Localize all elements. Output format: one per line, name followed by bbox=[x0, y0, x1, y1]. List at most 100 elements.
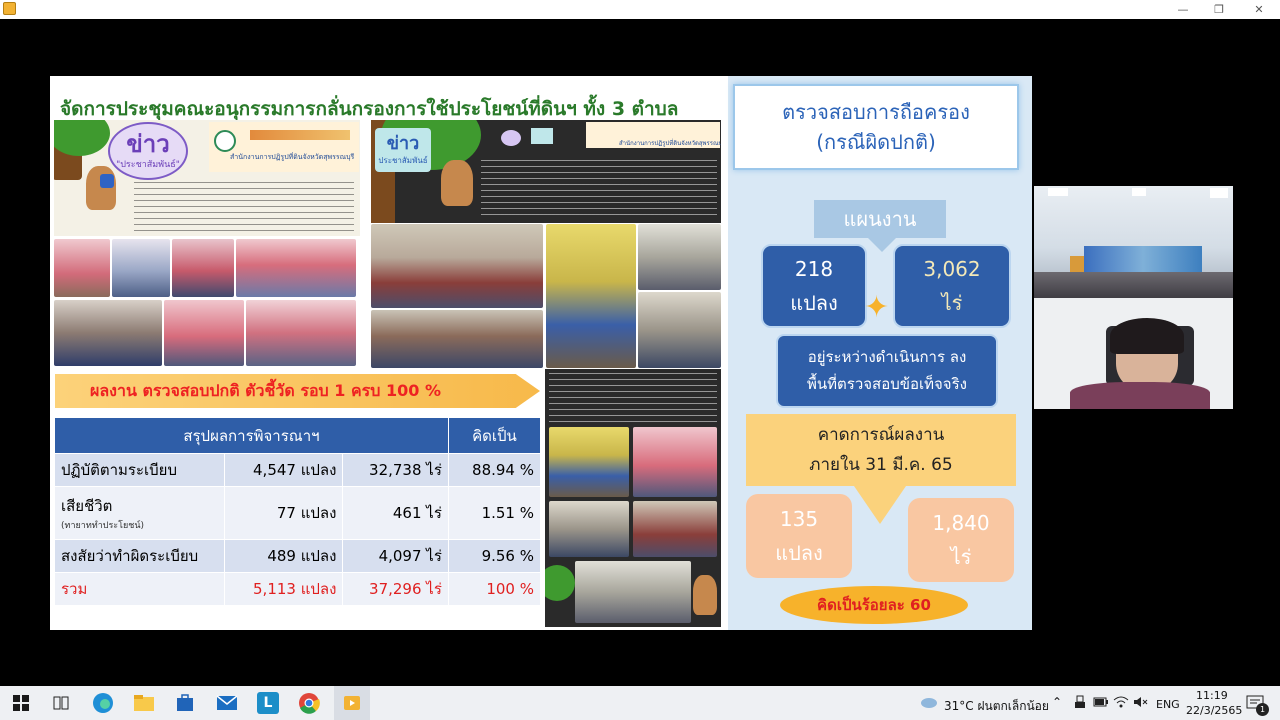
shared-slide: จัดการประชุมคณะอนุกรรมการกลั่นกรองการใช้… bbox=[50, 76, 1032, 630]
news-clipping-left: ข่าว "ประชาสัมพันธ์" สำนักงานการปฏิรูปที… bbox=[54, 120, 360, 236]
row-percent: 88.94 % bbox=[447, 453, 542, 487]
meeting-photo bbox=[371, 310, 543, 368]
wifi-icon[interactable] bbox=[1112, 693, 1130, 711]
usb-icon[interactable] bbox=[1072, 693, 1088, 711]
meeting-photo bbox=[54, 239, 110, 297]
clock-time[interactable]: 11:19 bbox=[1196, 689, 1228, 702]
check-title-line1: ตรวจสอบการถือครอง bbox=[782, 100, 970, 124]
meeting-photo bbox=[638, 292, 721, 368]
meeting-app-icon[interactable] bbox=[334, 686, 370, 720]
progress-line1: อยู่ระหว่างดำเนินการ ลง bbox=[807, 348, 967, 366]
progress-line2: พื้นที่ตรวจสอบข้อเท็จจริง bbox=[807, 375, 967, 393]
row-label: เสียชีวิต bbox=[61, 497, 113, 515]
forecast-arrow bbox=[854, 486, 906, 524]
maximize-button[interactable]: ❐ bbox=[1200, 0, 1238, 19]
minimize-button[interactable]: — bbox=[1164, 0, 1202, 19]
forecast-rai-box: 1,840 ไร่ bbox=[908, 498, 1014, 582]
row-plots: 489 แปลง bbox=[223, 539, 344, 573]
total-percent: 100 % bbox=[447, 572, 542, 606]
store-icon[interactable] bbox=[174, 692, 196, 714]
meeting-photo bbox=[633, 501, 717, 557]
plan-rai-unit: ไร่ bbox=[941, 291, 963, 315]
row-plots: 77 แปลง bbox=[223, 486, 344, 540]
row-rai: 32,738 ไร่ bbox=[342, 453, 449, 487]
chevron-up-icon[interactable]: ⌃ bbox=[1052, 695, 1062, 709]
meeting-photo bbox=[633, 427, 717, 497]
plan-plots-unit: แปลง bbox=[790, 291, 838, 315]
window-titlebar: — ❐ ✕ bbox=[0, 0, 1280, 19]
meeting-photo bbox=[549, 427, 629, 497]
meeting-photo bbox=[549, 501, 629, 557]
plan-label: แผนงาน bbox=[814, 200, 946, 238]
mail-icon[interactable] bbox=[216, 692, 238, 714]
total-rai: 37,296 ไร่ bbox=[342, 572, 449, 606]
progress-box: อยู่ระหว่างดำเนินการ ลง พื้นที่ตรวจสอบข้… bbox=[776, 334, 998, 408]
notification-badge: 1 bbox=[1256, 703, 1269, 716]
forecast-line1: คาดการณ์ผลงาน bbox=[817, 425, 945, 445]
forecast-rai-number: 1,840 bbox=[932, 511, 990, 535]
summary-table: สรุปผลการพิจารณาฯ คิดเป็น ปฏิบัติตามระเบ… bbox=[54, 417, 542, 606]
table-row: ปฏิบัติตามระเบียบ 4,547 แปลง 32,738 ไร่ … bbox=[54, 453, 542, 487]
forecast-plots-box: 135 แปลง bbox=[746, 494, 852, 578]
meeting-photo bbox=[246, 300, 356, 366]
row-label: ปฏิบัติตามระเบียบ bbox=[61, 461, 177, 479]
news-badge: ข่าว bbox=[126, 130, 170, 158]
table-header-summary: สรุปผลการพิจารณาฯ bbox=[54, 417, 449, 454]
news-clipping-right: ข่าว ประชาสัมพันธ์ สำนักงานการปฏิรูปที่ด… bbox=[371, 120, 721, 223]
right-panel: ตรวจสอบการถือครอง (กรณีผิดปกติ) แผนงาน 2… bbox=[728, 76, 1032, 630]
meeting-photo bbox=[164, 300, 244, 366]
close-button[interactable]: ✕ bbox=[1240, 0, 1278, 19]
row-note: (ทายาททำประโยชน์) bbox=[61, 521, 145, 531]
file-explorer-icon[interactable] bbox=[133, 692, 155, 714]
meeting-photo bbox=[112, 239, 170, 297]
battery-icon[interactable] bbox=[1092, 693, 1110, 711]
news-badge: ข่าว bbox=[386, 132, 420, 154]
meeting-photo bbox=[638, 224, 721, 290]
news-clipping-bottom bbox=[545, 369, 721, 627]
row-percent: 1.51 % bbox=[447, 486, 542, 540]
weather-icon[interactable] bbox=[918, 692, 940, 714]
office-name: สำนักงานการปฏิรูปที่ดินจังหวัดสุพรรณบุรี bbox=[230, 153, 355, 161]
forecast-rai-unit: ไร่ bbox=[950, 545, 972, 569]
meeting-photo bbox=[236, 239, 356, 297]
plan-plots-box: 218 แปลง bbox=[761, 244, 867, 328]
star-icon: ✦ bbox=[864, 290, 890, 325]
forecast-box: คาดการณ์ผลงาน ภายใน 31 มี.ค. 65 bbox=[746, 414, 1016, 486]
check-title-line2: (กรณีผิดปกติ) bbox=[816, 130, 936, 154]
windows-start-icon[interactable] bbox=[10, 692, 32, 714]
plan-rai-number: 3,062 bbox=[923, 257, 981, 281]
speaker-muted-icon[interactable] bbox=[1132, 693, 1150, 711]
table-header-percent: คิดเป็น bbox=[447, 417, 542, 454]
meeting-photo bbox=[54, 300, 162, 366]
table-row: เสียชีวิต (ทายาททำประโยชน์) 77 แปลง 461 … bbox=[54, 486, 542, 540]
language-indicator[interactable]: ENG bbox=[1156, 698, 1180, 711]
meeting-photo bbox=[371, 224, 543, 308]
meeting-photo bbox=[575, 561, 691, 623]
plan-rai-box: 3,062 ไร่ bbox=[893, 244, 1011, 328]
news-badge-sub: ประชาสัมพันธ์ bbox=[378, 155, 428, 165]
edge-browser-icon[interactable] bbox=[92, 692, 114, 714]
table-row: สงสัยว่าทำผิดระเบียบ 489 แปลง 4,097 ไร่ … bbox=[54, 539, 542, 573]
taskbar: L 31°C ฝนตกเล็กน้อย ⌃ ENG 11:19 22/3/256… bbox=[0, 686, 1280, 720]
forecast-plots-unit: แปลง bbox=[775, 541, 823, 565]
row-percent: 9.56 % bbox=[447, 539, 542, 573]
row-label: สงสัยว่าทำผิดระเบียบ bbox=[61, 547, 199, 565]
forecast-line2: ภายใน 31 มี.ค. 65 bbox=[809, 455, 953, 475]
plan-arrow bbox=[868, 238, 896, 252]
participant-video[interactable] bbox=[1034, 186, 1233, 409]
clock-date[interactable]: 22/3/2565 bbox=[1186, 704, 1242, 717]
meeting-photo bbox=[172, 239, 234, 297]
plan-plots-number: 218 bbox=[794, 257, 834, 281]
results-banner: ผลงาน ตรวจสอบปกติ ตัวชี้วัด รอบ 1 ครบ 10… bbox=[55, 374, 540, 408]
row-rai: 4,097 ไร่ bbox=[342, 539, 449, 573]
weather-text[interactable]: 31°C ฝนตกเล็กน้อย bbox=[944, 697, 1049, 716]
line-app-icon[interactable]: L bbox=[257, 692, 279, 714]
total-plots: 5,113 แปลง bbox=[223, 572, 344, 606]
chrome-icon[interactable] bbox=[298, 692, 320, 714]
row-plots: 4,547 แปลง bbox=[223, 453, 344, 487]
app-icon bbox=[3, 2, 16, 15]
task-view-icon[interactable] bbox=[50, 692, 72, 714]
forecast-plots-number: 135 bbox=[779, 507, 819, 531]
total-label: รวม bbox=[54, 572, 225, 606]
row-rai: 461 ไร่ bbox=[342, 486, 449, 540]
